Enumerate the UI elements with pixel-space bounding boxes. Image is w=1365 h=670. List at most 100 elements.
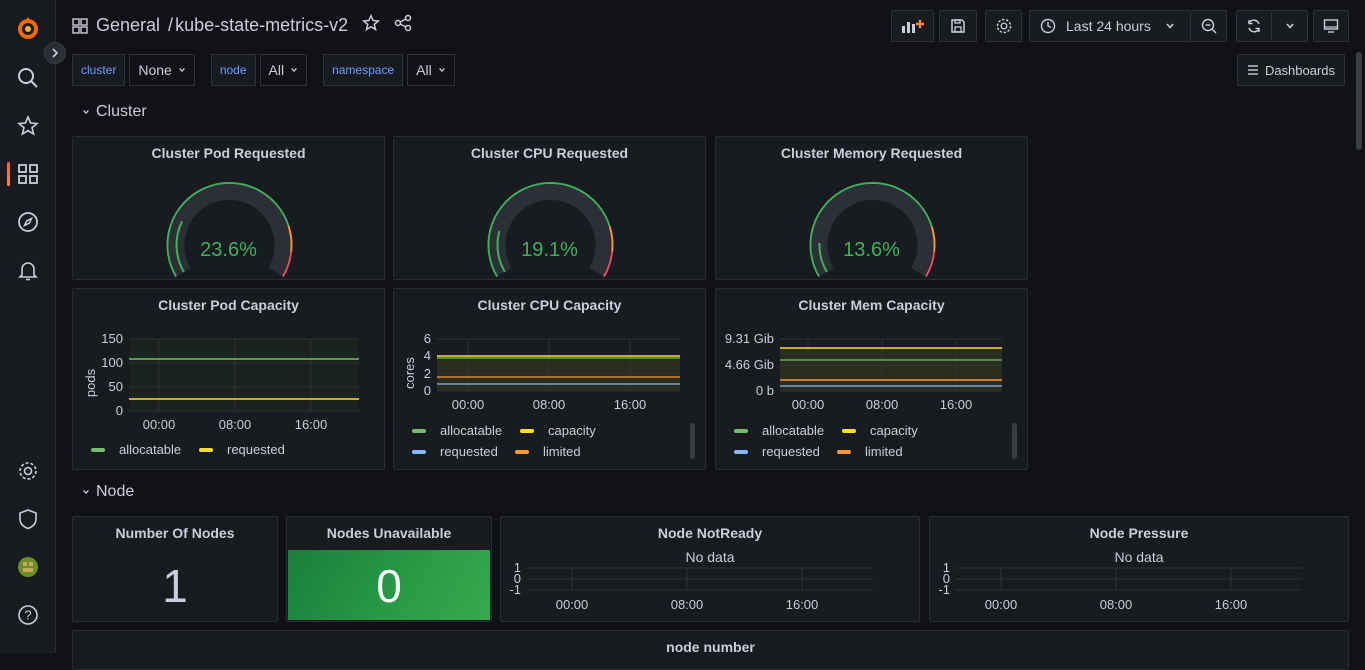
chevron-down-icon: [438, 68, 445, 73]
menu-icon: [1247, 65, 1258, 75]
y-tick: 0 b: [756, 383, 774, 398]
gauge-panel-cpu[interactable]: Cluster CPU Requested 19.1%: [393, 136, 706, 280]
x-tick: 08:00: [219, 417, 252, 432]
variable-select-namespace[interactable]: All: [407, 54, 455, 86]
panel-node-number[interactable]: node number: [72, 630, 1349, 670]
legend-label: limited: [865, 444, 903, 459]
page-scrollbar[interactable]: [1356, 52, 1362, 150]
shield-icon[interactable]: [14, 505, 42, 533]
legend-swatch: [837, 449, 851, 454]
legend-scrollbar[interactable]: [1012, 423, 1017, 459]
legend-item[interactable]: limited: [515, 444, 581, 459]
timeseries-panel-mem-capacity[interactable]: Cluster Mem Capacity 9.31 Gib 4.66 Gib 0…: [715, 288, 1028, 470]
variable-select-cluster[interactable]: None: [129, 54, 195, 86]
dashboard-title[interactable]: kube-state-metrics-v2: [175, 15, 348, 36]
variable-value-node: All: [268, 62, 285, 78]
explore-compass-icon[interactable]: [14, 208, 42, 236]
row-node-toggle[interactable]: Node: [82, 483, 134, 501]
breadcrumb-folder[interactable]: General: [96, 15, 160, 36]
legend-item[interactable]: requested: [199, 442, 285, 457]
gauge-panel-memory[interactable]: Cluster Memory Requested 13.6%: [715, 136, 1028, 280]
help-icon[interactable]: ?: [14, 601, 42, 629]
x-tick: 16:00: [940, 397, 973, 412]
timeseries-panel-node-notready[interactable]: Node NotReady No data 1 0 -1 00:00 08:00…: [500, 516, 920, 622]
refresh-icon: [1248, 19, 1260, 33]
timeseries-panel-cpu-capacity[interactable]: Cluster CPU Capacity 6 4 2 0 00:00 08:00…: [393, 288, 706, 470]
grafana-logo-icon[interactable]: [14, 14, 42, 42]
monitor-icon: [1323, 19, 1339, 33]
share-icon[interactable]: [394, 14, 412, 37]
legend-item[interactable]: limited: [837, 444, 903, 459]
variable-label-cluster: cluster: [72, 54, 126, 86]
gauge-panel-pod[interactable]: Cluster Pod Requested 23.6%: [72, 136, 385, 280]
variable-select-node[interactable]: All: [259, 54, 308, 86]
refresh-button[interactable]: [1236, 10, 1272, 42]
sidebar-expand-button[interactable]: [44, 42, 66, 64]
tv-mode-button[interactable]: [1313, 10, 1349, 42]
refresh-interval-dropdown[interactable]: [1272, 10, 1308, 42]
y-tick: 9.31 Gib: [725, 331, 774, 346]
svg-text:?: ?: [24, 608, 31, 623]
y-tick: 150: [101, 331, 123, 346]
legend-item[interactable]: allocatable: [734, 423, 824, 438]
panel-title: Number Of Nodes: [115, 525, 235, 541]
chevron-right-icon: [52, 48, 59, 58]
dashboard-settings-button[interactable]: [985, 10, 1022, 42]
row-cluster-toggle[interactable]: Cluster: [82, 103, 147, 121]
legend-swatch: [734, 428, 748, 433]
legend-scrollbar[interactable]: [690, 423, 695, 459]
y-tick: 0: [424, 383, 431, 398]
zoom-out-button[interactable]: [1191, 10, 1227, 42]
dashboard-grid-icon: [72, 17, 88, 34]
legend-item[interactable]: capacity: [520, 423, 596, 438]
variable-value-cluster: None: [138, 62, 172, 78]
x-tick: 00:00: [792, 397, 825, 412]
stat-panel-number-of-nodes[interactable]: Number Of Nodes 1: [72, 516, 278, 622]
dashboards-links-button[interactable]: Dashboards: [1237, 54, 1345, 86]
y-tick: 0: [116, 403, 123, 418]
y-tick: -1: [509, 582, 521, 597]
star-icon[interactable]: [14, 112, 42, 140]
breadcrumb-separator: /: [168, 15, 174, 35]
gear-icon: [996, 18, 1011, 34]
legend-label: capacity: [870, 423, 918, 438]
configuration-gear-icon[interactable]: [14, 457, 42, 485]
x-tick: 00:00: [452, 397, 485, 412]
y-tick: -1: [938, 582, 950, 597]
search-icon[interactable]: [14, 64, 42, 92]
legend-item[interactable]: capacity: [842, 423, 918, 438]
add-panel-icon: [901, 20, 924, 33]
legend-label: requested: [440, 444, 498, 459]
legend-label: allocatable: [762, 423, 825, 438]
panel-title: Nodes Unavailable: [326, 525, 452, 541]
legend-item[interactable]: requested: [412, 444, 498, 459]
legend-item[interactable]: allocatable: [91, 442, 181, 457]
x-tick: 00:00: [985, 597, 1018, 612]
legend-swatch: [91, 447, 105, 452]
alerting-bell-icon[interactable]: [14, 256, 42, 284]
legend-swatch: [515, 449, 529, 454]
favorite-star-icon[interactable]: [361, 13, 381, 37]
stat-value: 0: [376, 560, 402, 612]
legend-label: requested: [227, 442, 285, 457]
legend-item[interactable]: requested: [734, 444, 820, 459]
timeseries-panel-pod-capacity[interactable]: Cluster Pod Capacity 150 100 50 0 00:00 …: [72, 288, 385, 470]
user-avatar[interactable]: [14, 553, 42, 581]
fill-area: [780, 348, 1002, 391]
dashboards-icon[interactable]: [14, 160, 42, 188]
add-panel-button[interactable]: [891, 10, 934, 42]
time-range-picker[interactable]: Last 24 hours: [1029, 10, 1191, 42]
legend-label: requested: [762, 444, 820, 459]
x-tick: 08:00: [533, 397, 566, 412]
save-icon: [951, 19, 965, 33]
top-navbar: General / kube-state-metrics-v2 Last 24 …: [56, 0, 1365, 52]
legend-item[interactable]: allocatable: [412, 423, 502, 438]
stat-panel-nodes-unavailable[interactable]: Nodes Unavailable 0: [286, 516, 492, 622]
gauge-value: 23.6%: [200, 239, 257, 261]
fill-area: [129, 339, 359, 411]
save-dashboard-button[interactable]: [939, 10, 977, 42]
timeseries-panel-node-pressure[interactable]: Node Pressure No data 1 0 -1 00:00 08:00…: [929, 516, 1349, 622]
y-axis-label: cores: [402, 357, 417, 389]
chevron-down-icon: [291, 68, 297, 73]
clock-icon: [1040, 18, 1056, 34]
